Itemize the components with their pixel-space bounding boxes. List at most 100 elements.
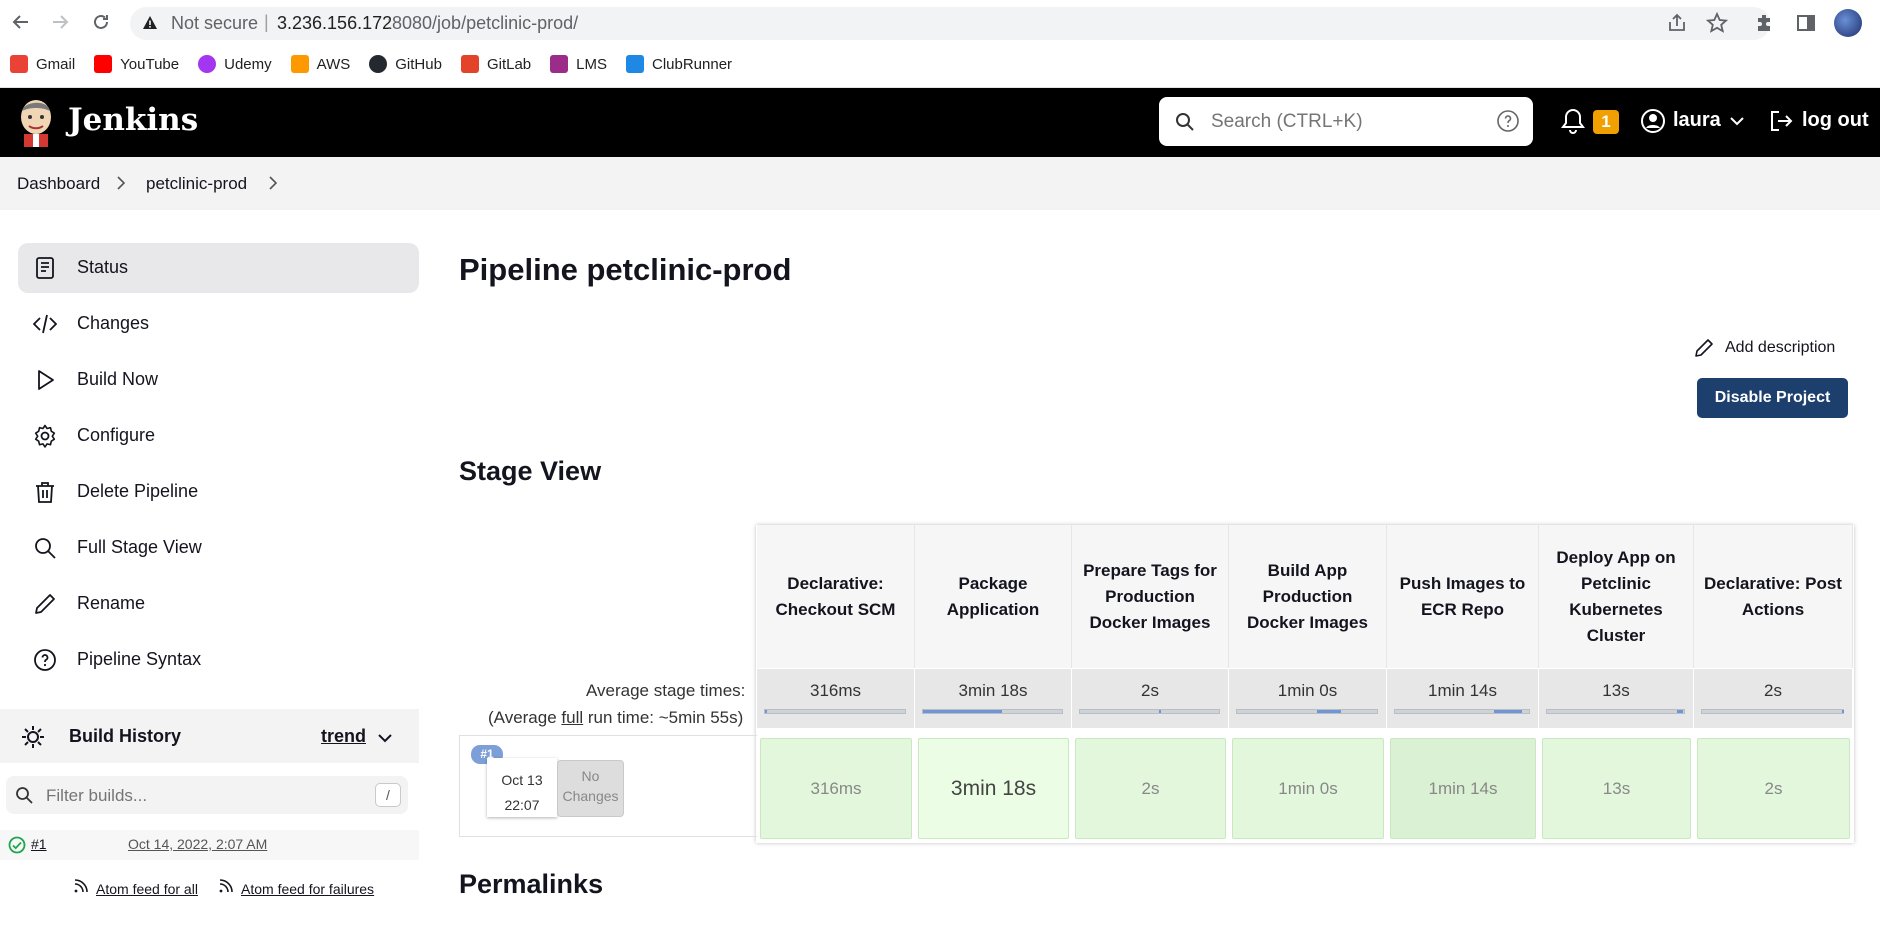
logout-icon[interactable] (1768, 109, 1794, 133)
sidebar-item-full-stage-view[interactable]: Full Stage View (18, 523, 419, 573)
bookmark-udemy[interactable]: Udemy (198, 53, 272, 75)
page-title: Pipeline petclinic-prod (459, 252, 792, 287)
stage-header: Package Application (915, 525, 1072, 668)
reload-icon[interactable] (91, 12, 111, 32)
run-date[interactable]: Oct 13 22:07 (487, 758, 557, 817)
user-name[interactable]: laura (1673, 109, 1721, 132)
jenkins-title[interactable]: Jenkins (68, 102, 198, 138)
build-number-link[interactable]: #1 (31, 836, 47, 852)
sidebar-item-build-now[interactable]: Build Now (18, 355, 419, 405)
sidebar-item-configure[interactable]: Configure (18, 411, 419, 461)
stage-progress-bar (1546, 709, 1685, 714)
trash-icon (33, 480, 57, 504)
sidebar-item-label: Pipeline Syntax (77, 649, 202, 669)
stage-progress-fill (1159, 710, 1162, 713)
stage-average-time: 3min 18s (958, 681, 1028, 700)
no-changes-box[interactable]: No Changes (557, 760, 624, 817)
chevron-down-icon[interactable] (378, 733, 392, 743)
stage-progress-bar (1236, 709, 1378, 714)
sidebar-item-changes[interactable]: Changes (18, 299, 419, 349)
bookmark-lms[interactable]: LMS (550, 53, 607, 75)
stage-header: Push Images to ECR Repo (1387, 525, 1539, 668)
build-date-link[interactable]: Oct 14, 2022, 2:07 AM (128, 836, 267, 852)
breadcrumb-dashboard[interactable]: Dashboard (17, 174, 100, 194)
sidebar-item-label: Changes (77, 313, 150, 333)
add-description-link[interactable]: Add description (1725, 339, 1835, 357)
sidebar-item-label: Full Stage View (77, 537, 202, 557)
atom-feed-all-link[interactable]: Atom feed for all (96, 881, 198, 897)
bookmark-star-icon[interactable] (1706, 12, 1728, 34)
jenkins-logo-icon[interactable] (16, 97, 56, 147)
sidebar-item-label: Status (77, 257, 129, 277)
logout-link[interactable]: log out (1802, 109, 1869, 132)
help-icon[interactable] (1496, 109, 1520, 133)
stage-run-cell[interactable]: 2s (1075, 738, 1226, 839)
back-icon[interactable] (11, 12, 31, 32)
side-panel-icon[interactable] (1795, 12, 1817, 34)
bookmark-gmail[interactable]: Gmail (10, 53, 75, 75)
bell-icon[interactable] (1560, 107, 1586, 135)
stage-run-cell[interactable]: 1min 14s (1390, 738, 1536, 839)
stage-header: Prepare Tags for Production Docker Image… (1072, 525, 1229, 668)
stage-average: 1min 0s (1229, 669, 1387, 728)
stage-average: 1min 14s (1387, 669, 1539, 728)
search-icon (33, 536, 57, 560)
trend-link[interactable]: trend (321, 726, 366, 747)
sidebar-item-label: Configure (77, 425, 156, 445)
stage-run-cell[interactable]: 13s (1542, 738, 1691, 839)
bookmark-aws[interactable]: AWS (290, 53, 350, 75)
bookmark-youtube[interactable]: YouTube (94, 53, 179, 75)
sidebar-item-pipeline-syntax[interactable]: Pipeline Syntax (18, 635, 419, 685)
bookmark-github[interactable]: GitHub (369, 53, 442, 75)
full-run-link[interactable]: full (561, 708, 583, 727)
stage-run-cell[interactable]: 3min 18s (918, 738, 1069, 839)
pencil-icon (33, 592, 57, 616)
url-path[interactable]: :8080/job/petclinic-prod/ (387, 13, 578, 34)
disable-project-button[interactable]: Disable Project (1697, 378, 1848, 418)
stage-run-cell[interactable]: 2s (1697, 738, 1850, 839)
build-history-icon (20, 724, 46, 750)
extensions-icon[interactable] (1754, 12, 1776, 34)
stage-average: 13s (1539, 669, 1694, 728)
breadcrumb-petclinic-prod[interactable]: petclinic-prod (146, 174, 247, 194)
sidebar-item-label: Build Now (77, 369, 159, 389)
stage-average-time: 2s (1764, 681, 1782, 700)
user-icon[interactable] (1640, 108, 1666, 134)
stage-run-cell[interactable]: 316ms (760, 738, 912, 839)
sidebar-item-status[interactable]: Status (18, 243, 419, 293)
stage-run-cell[interactable]: 1min 0s (1232, 738, 1384, 839)
stage-progress-bar (1394, 709, 1530, 714)
sidebar-item-label: Delete Pipeline (77, 481, 199, 501)
stage-header: Declarative: Post Actions (1694, 525, 1853, 668)
sidebar-item-delete-pipeline[interactable]: Delete Pipeline (18, 467, 419, 517)
build-row[interactable]: #1 Oct 14, 2022, 2:07 AM (0, 830, 419, 860)
stage-progress-fill (765, 710, 768, 713)
stage-header: Build App Production Docker Images (1229, 525, 1387, 668)
atom-feed-failures-link[interactable]: Atom feed for failures (241, 881, 374, 897)
chevron-down-icon[interactable] (1730, 116, 1744, 126)
search-box[interactable] (1159, 97, 1533, 146)
stage-average-time: 1min 14s (1428, 681, 1497, 700)
bookmark-gitlab[interactable]: GitLab (460, 53, 531, 75)
sidebar-item-rename[interactable]: Rename (18, 579, 419, 629)
stage-average-time: 2s (1141, 681, 1159, 700)
search-icon (1175, 112, 1195, 132)
build-history-header: Build History trend (0, 709, 419, 763)
filter-builds-box[interactable]: / (6, 776, 408, 814)
forward-icon[interactable] (50, 12, 70, 32)
url-host[interactable]: 3.236.156.172 (277, 13, 392, 34)
not-secure-label: Not secure (171, 13, 259, 33)
status-icon (33, 256, 57, 280)
pencil-icon[interactable] (1694, 338, 1714, 358)
bookmark-clubrunner[interactable]: ClubRunner (626, 53, 732, 75)
search-input[interactable] (1211, 109, 1481, 135)
code-icon (33, 312, 57, 336)
warning-icon[interactable] (142, 15, 158, 31)
share-icon[interactable] (1666, 12, 1688, 34)
chevron-right-icon[interactable] (268, 176, 278, 190)
rss-icon (73, 878, 89, 894)
play-icon (33, 368, 57, 392)
filter-builds-input[interactable] (46, 785, 346, 807)
notification-badge[interactable]: 1 (1593, 110, 1619, 134)
profile-avatar[interactable] (1834, 9, 1862, 37)
